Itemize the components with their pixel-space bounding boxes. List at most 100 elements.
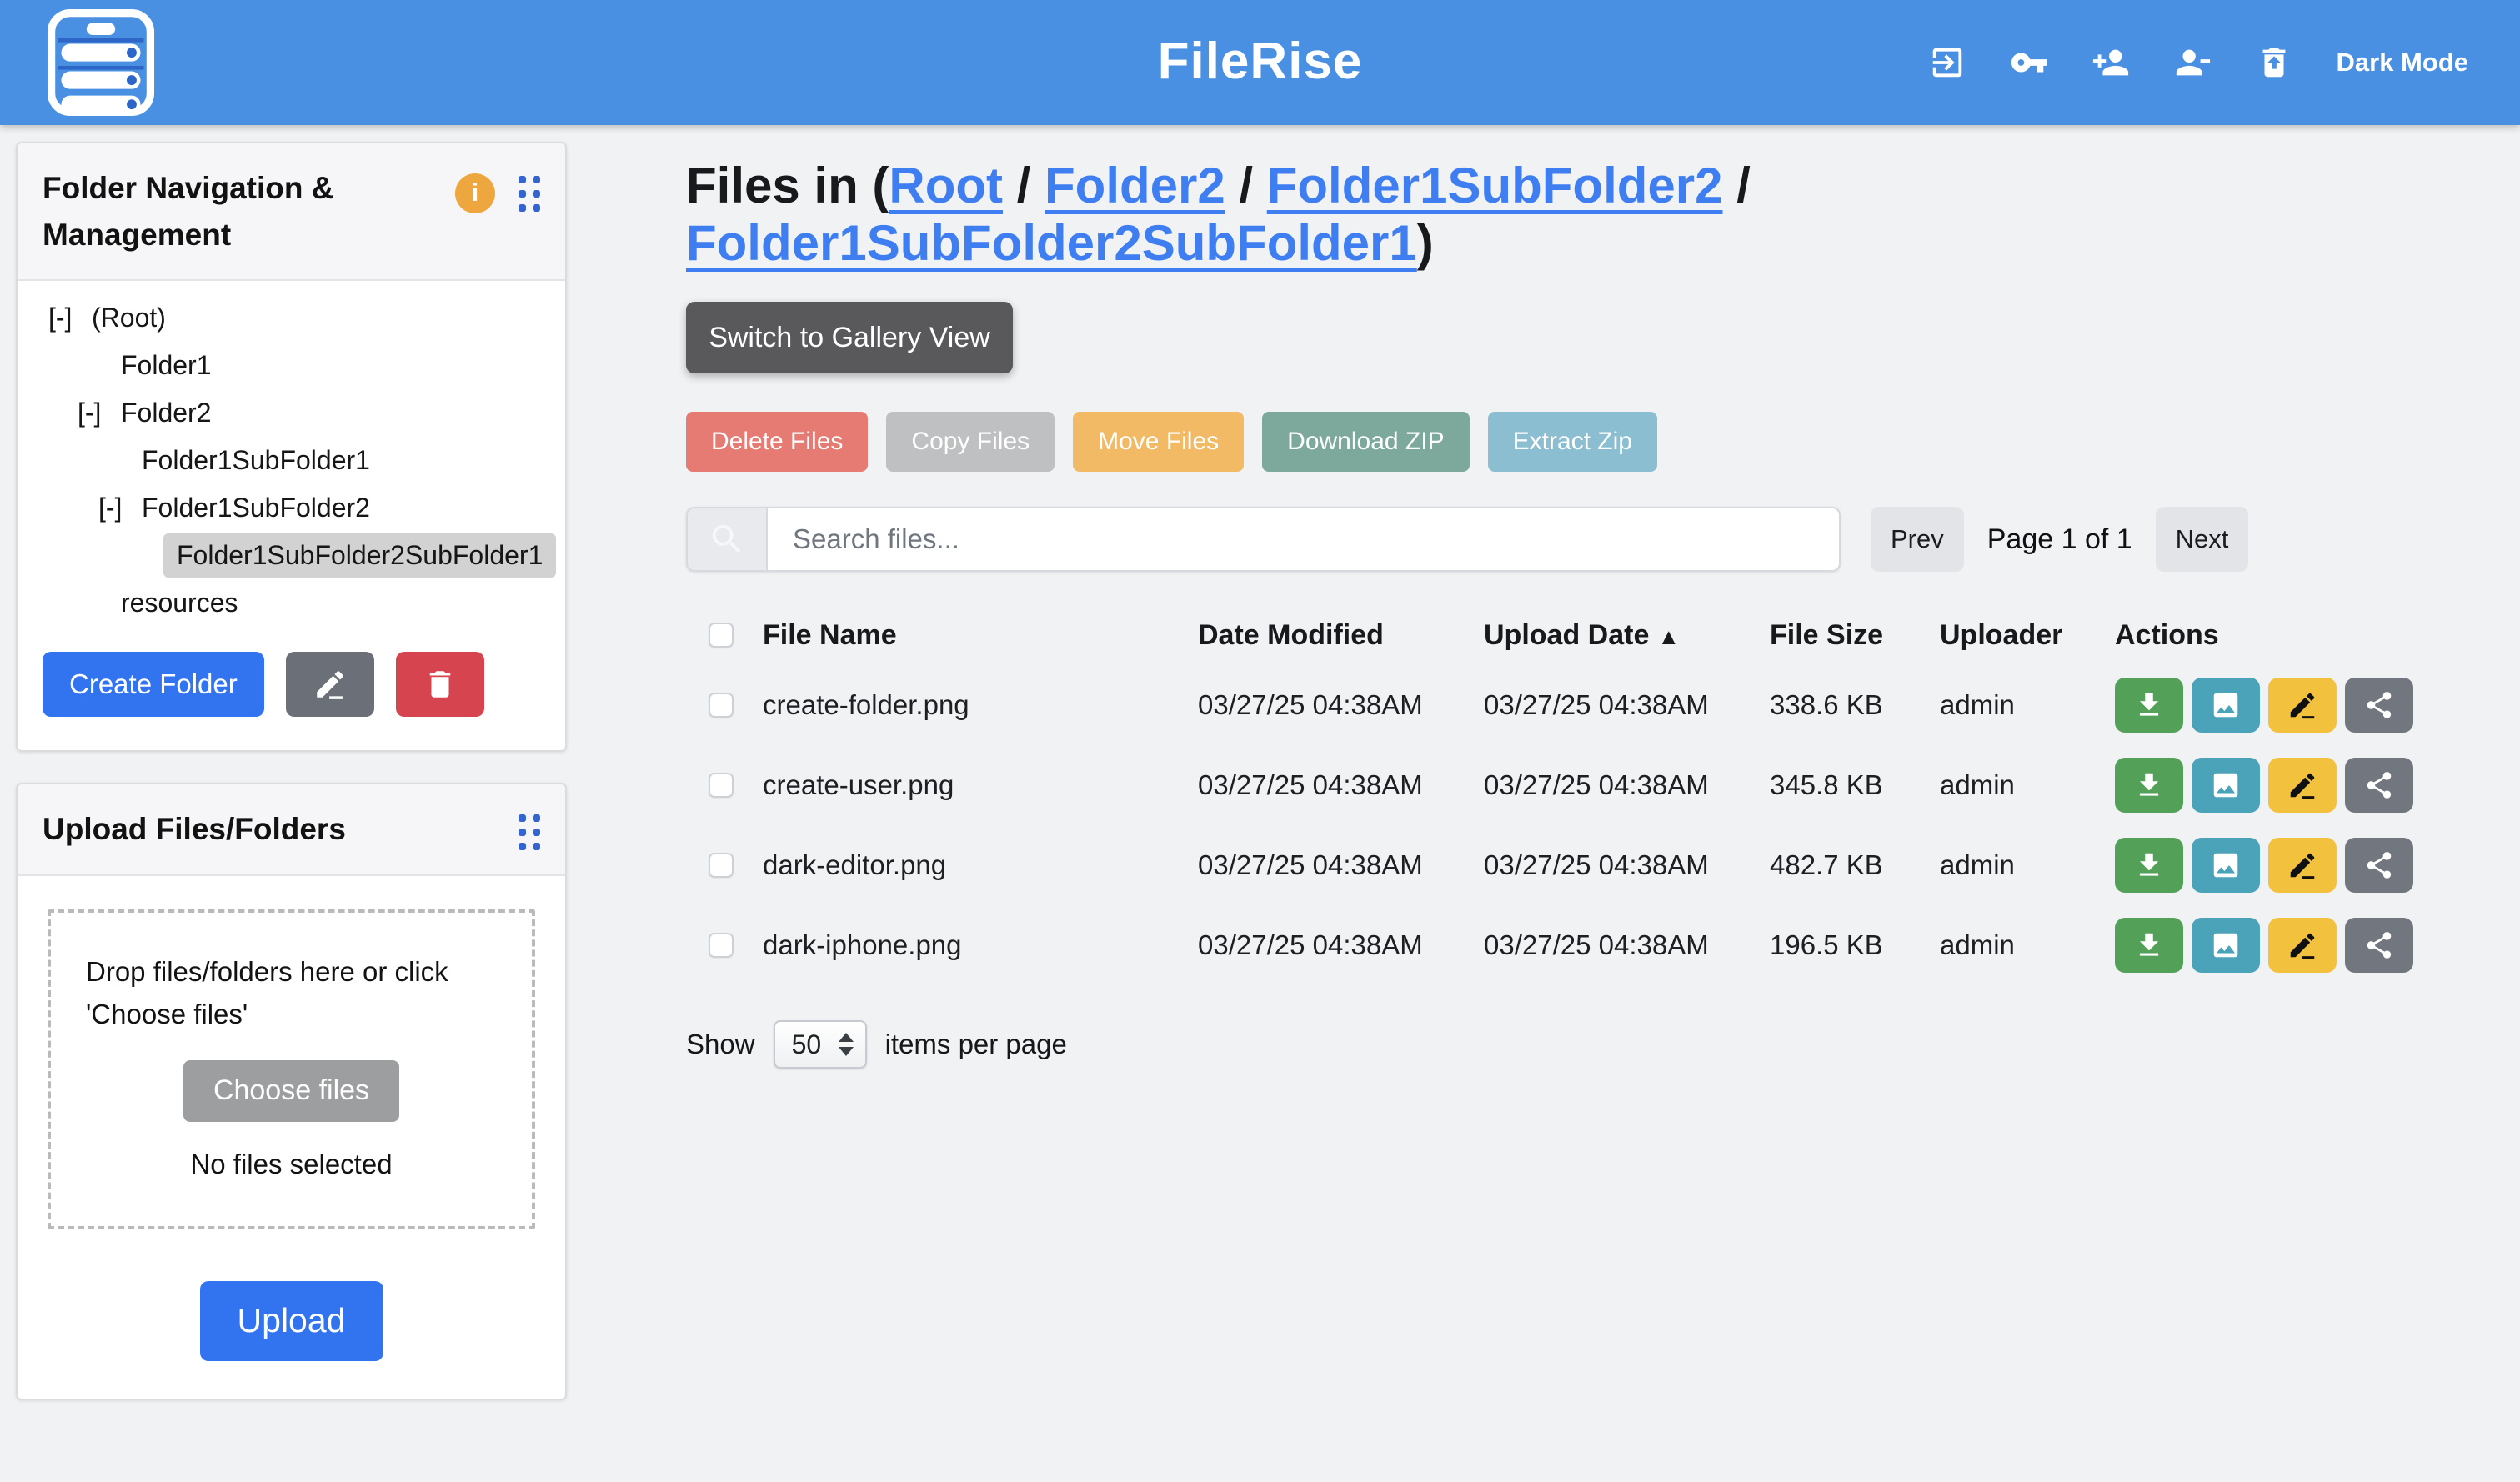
download-icon xyxy=(2133,929,2165,961)
row-actions xyxy=(2115,678,2445,733)
collapse-toggle[interactable]: [-] xyxy=(78,398,121,428)
restore-trash-icon[interactable] xyxy=(2255,43,2293,82)
folder-label[interactable]: Folder1SubFolder2 xyxy=(142,493,370,523)
row-checkbox[interactable] xyxy=(709,773,734,798)
share-button[interactable] xyxy=(2345,838,2413,893)
folder-label[interactable]: resources xyxy=(121,588,238,618)
column-header-date-modified[interactable]: Date Modified xyxy=(1198,619,1484,652)
download-icon xyxy=(2133,689,2165,721)
breadcrumb-link-root[interactable]: Root xyxy=(889,158,1003,213)
rename-button[interactable] xyxy=(2268,838,2337,893)
logout-icon[interactable] xyxy=(1928,43,1966,82)
share-icon xyxy=(2363,769,2395,801)
download-zip-button[interactable]: Download ZIP xyxy=(1262,412,1469,472)
folder-label[interactable]: Folder1SubFolder1 xyxy=(142,445,370,476)
file-name[interactable]: dark-editor.png xyxy=(763,849,1198,881)
rename-folder-button[interactable] xyxy=(286,652,374,717)
upload-date: 03/27/25 04:38AM xyxy=(1484,929,1770,961)
tree-item-folder1subfolder2subfolder1-selected[interactable]: Folder1SubFolder2SubFolder1 xyxy=(34,532,549,579)
row-checkbox[interactable] xyxy=(709,853,734,878)
share-button[interactable] xyxy=(2345,758,2413,813)
selected-folder-label[interactable]: Folder1SubFolder2SubFolder1 xyxy=(163,533,556,578)
row-checkbox[interactable] xyxy=(709,933,734,958)
collapse-toggle[interactable]: [-] xyxy=(48,303,92,333)
drag-handle-icon[interactable] xyxy=(519,176,540,212)
tree-item-folder1subfolder2[interactable]: [-] Folder1SubFolder2 xyxy=(34,484,549,532)
collapse-toggle[interactable]: [-] xyxy=(98,493,142,523)
select-all-checkbox[interactable] xyxy=(709,623,734,648)
remove-user-icon[interactable] xyxy=(2173,43,2212,82)
column-header-upload-date[interactable]: Upload Date▲ xyxy=(1484,619,1770,652)
folder-label[interactable]: (Root) xyxy=(92,303,166,333)
row-actions xyxy=(2115,918,2445,973)
preview-button[interactable] xyxy=(2192,758,2260,813)
image-icon xyxy=(2210,689,2242,721)
copy-files-button[interactable]: Copy Files xyxy=(886,412,1055,472)
breadcrumb-separator: / xyxy=(1225,158,1267,213)
uploader: admin xyxy=(1940,689,2115,721)
breadcrumb-link-folder2[interactable]: Folder2 xyxy=(1045,158,1225,213)
items-per-page-select[interactable]: 50 xyxy=(774,1020,867,1069)
preview-button[interactable] xyxy=(2192,918,2260,973)
uploader: admin xyxy=(1940,929,2115,961)
choose-files-button[interactable]: Choose files xyxy=(183,1060,399,1122)
switch-gallery-view-button[interactable]: Switch to Gallery View xyxy=(686,302,1013,373)
preview-button[interactable] xyxy=(2192,678,2260,733)
prev-page-button[interactable]: Prev xyxy=(1871,507,1964,572)
no-files-selected-text: No files selected xyxy=(86,1149,497,1180)
tree-item-folder1subfolder1[interactable]: Folder1SubFolder1 xyxy=(34,437,549,484)
upload-date: 03/27/25 04:38AM xyxy=(1484,689,1770,721)
column-header-file-size[interactable]: File Size xyxy=(1770,619,1940,652)
folder-label[interactable]: Folder1 xyxy=(121,350,212,381)
download-button[interactable] xyxy=(2115,678,2183,733)
folder-label[interactable]: Folder2 xyxy=(121,398,212,428)
drag-handle-icon[interactable] xyxy=(519,814,540,850)
rename-button[interactable] xyxy=(2268,918,2337,973)
breadcrumb-link-folder1subfolder2[interactable]: Folder1SubFolder2 xyxy=(1267,158,1723,213)
column-header-file-name[interactable]: File Name xyxy=(763,619,1198,652)
extract-zip-button[interactable]: Extract Zip xyxy=(1488,412,1657,472)
row-checkbox[interactable] xyxy=(709,693,734,718)
create-folder-button[interactable]: Create Folder xyxy=(43,652,264,717)
file-name[interactable]: dark-iphone.png xyxy=(763,929,1198,961)
header-actions: Dark Mode xyxy=(1928,0,2468,125)
search-input[interactable] xyxy=(766,507,1841,572)
preview-button[interactable] xyxy=(2192,838,2260,893)
upload-date: 03/27/25 04:38AM xyxy=(1484,769,1770,801)
breadcrumb-suffix: ) xyxy=(1417,215,1434,271)
delete-folder-button[interactable] xyxy=(396,652,484,717)
key-icon[interactable] xyxy=(2010,43,2048,82)
share-icon xyxy=(2363,849,2395,881)
tree-item-resources[interactable]: resources xyxy=(34,579,549,627)
tree-item-folder1[interactable]: Folder1 xyxy=(34,342,549,389)
file-name[interactable]: create-folder.png xyxy=(763,689,1198,721)
info-icon[interactable]: i xyxy=(455,173,495,213)
download-button[interactable] xyxy=(2115,838,2183,893)
add-user-icon[interactable] xyxy=(2092,43,2130,82)
table-row: dark-iphone.png 03/27/25 04:38AM 03/27/2… xyxy=(686,905,2445,985)
row-actions xyxy=(2115,838,2445,893)
column-header-uploader[interactable]: Uploader xyxy=(1940,619,2115,652)
upload-panel: Upload Files/Folders Drop files/folders … xyxy=(16,783,567,1400)
row-actions xyxy=(2115,758,2445,813)
dark-mode-toggle[interactable]: Dark Mode xyxy=(2337,48,2468,78)
rename-button[interactable] xyxy=(2268,758,2337,813)
download-button[interactable] xyxy=(2115,918,2183,973)
move-files-button[interactable]: Move Files xyxy=(1073,412,1244,472)
table-row: dark-editor.png 03/27/25 04:38AM 03/27/2… xyxy=(686,825,2445,905)
tree-item-root[interactable]: [-] (Root) xyxy=(34,294,549,342)
next-page-button[interactable]: Next xyxy=(2156,507,2249,572)
upload-button[interactable]: Upload xyxy=(200,1281,383,1361)
share-button[interactable] xyxy=(2345,918,2413,973)
breadcrumb-link-folder1subfolder2subfolder1[interactable]: Folder1SubFolder2SubFolder1 xyxy=(686,215,1417,271)
rename-button[interactable] xyxy=(2268,678,2337,733)
file-size: 345.8 KB xyxy=(1770,769,1940,801)
pencil-icon xyxy=(2287,689,2318,721)
delete-files-button[interactable]: Delete Files xyxy=(686,412,868,472)
download-button[interactable] xyxy=(2115,758,2183,813)
file-dropzone[interactable]: Drop files/folders here or click 'Choose… xyxy=(48,909,535,1229)
pencil-icon xyxy=(313,667,348,702)
tree-item-folder2[interactable]: [-] Folder2 xyxy=(34,389,549,437)
file-name[interactable]: create-user.png xyxy=(763,769,1198,801)
share-button[interactable] xyxy=(2345,678,2413,733)
